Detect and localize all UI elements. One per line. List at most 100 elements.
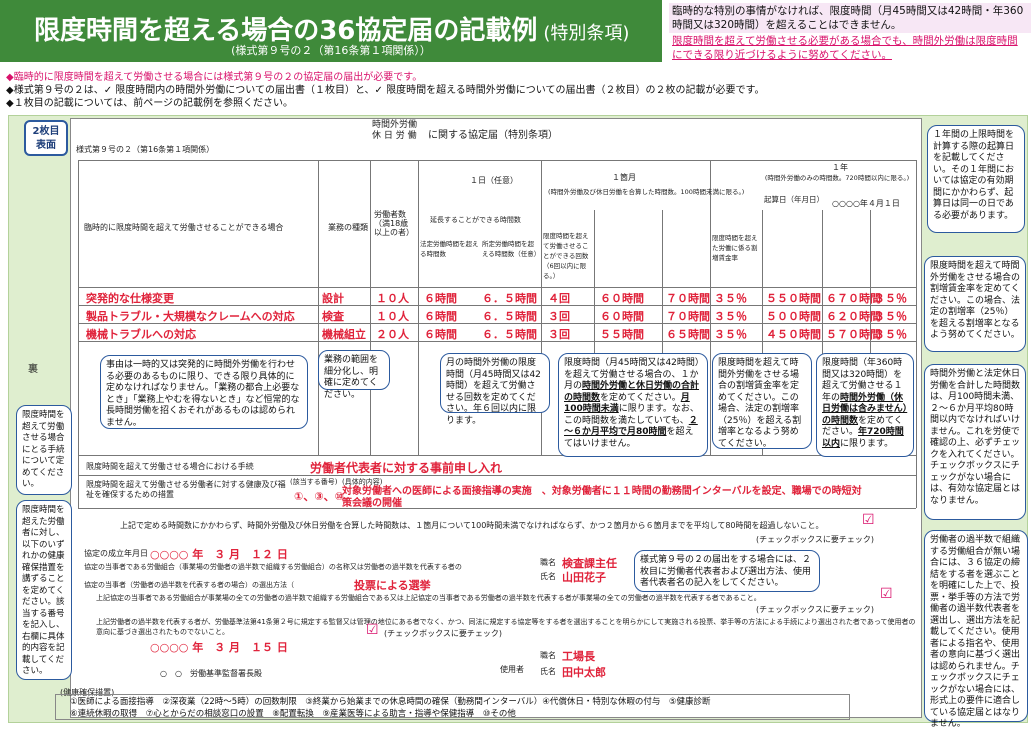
health-detail: 対象労働者への医師による面接指導の実施 、対象労働者に１１時間の勤務間インターバ… [342, 486, 862, 509]
callout-total-hours: 時間外労働と法定休日労働を合計した時間数は、月100時間未満、２～６か月平均80… [924, 364, 1026, 520]
form-title: 時間外労働休 日 労 働 [372, 120, 418, 141]
check-req-3: (チェックボックスに要チェック) [384, 629, 503, 638]
row-2-y1: ５００時間 [766, 310, 821, 323]
procedure-value: 労働者代表者に対する事前申し入れ [310, 461, 503, 475]
health-nums: ①、③、⑩ [294, 490, 344, 503]
form-title-suffix: に関する協定届（特別条項） [428, 130, 558, 141]
row-2-work: 検査 [322, 310, 344, 323]
callout-reason: 事由は一時的又は突発的に時間外労働を行わせる必要のあるものに限り、できる限り具体… [100, 355, 308, 429]
health-label: 限度時間を超えて労働させる労働者に対する健康及び福祉を確保するための措置 [86, 480, 286, 499]
row-1-times: ４回 [548, 292, 570, 305]
header-banner: 限度時間を超える場合の36協定届の記載例 (特別条項) (様式第９号の２（第16条… [0, 0, 662, 62]
row-1-y2: ６７０時間 [826, 292, 881, 305]
callout-rate: 限度時間を超えて時間外労働をさせる場合の割増賃金率を定めてください。この場合、法… [712, 353, 812, 449]
col-reason: 臨時的に限度時間を超えて労働させることができる場合 [84, 223, 284, 232]
row-2-reason: 製品トラブル・大規模なクレームへの対応 [86, 310, 295, 323]
health-measures-list: ①医師による面接指導 ②深夜業（22時～5時）の回数制限 ③終業から始業までの休… [55, 694, 850, 720]
row-2-m1: ６０時間 [600, 310, 644, 323]
h-extend: 延長することができる時間数 [430, 216, 521, 224]
checkbox-3[interactable]: ☑ [366, 622, 379, 638]
row-3-y1: ４５０時間 [766, 328, 821, 341]
check-statement-2: 上記協定の当事者である労働組合が事業場の全ての労働者の過半数で組織する労働組合で… [96, 594, 761, 602]
start-label: 起算日（年月日） [764, 195, 824, 204]
row-3-times: ３回 [548, 328, 570, 341]
callout-start-date: １年間の上限時間を計算する際の起算日を記載してください。その１年間においては協定… [927, 125, 1025, 233]
rep-name: 山田花子 [562, 571, 606, 584]
form-reference: (様式第９号の２（第16条第１項関係）） [231, 44, 431, 57]
check-statement-3: 上記労働者の過半数を代表する者が、労働基準法第41条第２号に規定する監督又は管理… [96, 618, 916, 636]
callout-rep-selection: 労働者の過半数で組織する労働組合が無い場合には、３６協定の締結をする者を選ぶこと… [924, 530, 1028, 729]
form-number: 様式第９号の２（第16条第１項関係） [76, 145, 215, 154]
checkbox-1[interactable]: ☑ [862, 512, 875, 528]
row-1-mr: ３５％ [714, 292, 747, 305]
employer-label: 使用者 [500, 665, 524, 674]
row-1-yr: ３５％ [874, 292, 907, 305]
row-2-yr: ３５％ [874, 310, 907, 323]
row-1-d2: ６．５時間 [482, 292, 537, 305]
row-2-mr: ３５％ [714, 310, 747, 323]
col-month: １箇月 [612, 173, 636, 182]
employer-name-label: 氏名 [540, 667, 556, 676]
callout-year-limit: 限度時間（年360時間又は320時間）を超えて労働させる１年の時間外労働（休日労… [816, 353, 914, 457]
callout-health: 限度時間を超えた労働者に対し、以下のいずれかの健康確保措置を講ずることを定めてく… [16, 500, 72, 680]
row-3-d2: ６．５時間 [482, 328, 537, 341]
h-legal: 法定労働時間を超える時間数 [420, 240, 479, 258]
row-3-mr: ３５％ [714, 328, 747, 341]
row-2-m2: ７０時間 [666, 310, 710, 323]
procedure-label: 限度時間を超えて労働させる場合における手続 [86, 462, 254, 471]
office-name: ○ ○ 労働基準監督署長殿 [160, 669, 262, 678]
health-num-label: (該当する番号) [290, 478, 338, 486]
callout-signature: 様式第９号の２の届出をする場合には、２枚目に労働者代表者および選出方法、使用者代… [634, 550, 820, 592]
row-1-reason: 突発的な仕様変更 [86, 292, 174, 305]
row-1-y1: ５５０時間 [766, 292, 821, 305]
check-statement-1: 上記で定める時間数にかかわらず、時間外労働及び休日労働を合算した時間数は、１箇月… [120, 521, 824, 530]
col-day: １日（任意） [470, 176, 518, 185]
callout-work: 業務の範囲を細分化し、明確に定めてください。 [318, 350, 390, 400]
row-3-workers: ２０人 [376, 328, 409, 341]
side-mark: 裏 [28, 364, 38, 375]
row-3-work: 機械組立 [322, 328, 366, 341]
row-2-d2: ６．５時間 [482, 310, 537, 323]
row-2-d1: ６時間 [424, 310, 457, 323]
row-2-times: ３回 [548, 310, 570, 323]
employer-name: 田中太郎 [562, 666, 606, 679]
row-3-y2: ５７０時間 [826, 328, 881, 341]
rep-method-label: 協定の当事者（労働者の過半数を代表する者の場合）の選出方法（ [84, 581, 294, 589]
row-2-workers: １０人 [376, 310, 409, 323]
bullet-3: ◆１枚目の記載については、前ページの記載例を参照ください。 [6, 98, 293, 109]
row-3-m2: ６５時間 [666, 328, 710, 341]
h-count: 限度時間を超えて労働させることができる回数（6回以内に限る。） [543, 232, 589, 280]
row-1-workers: １０人 [376, 292, 409, 305]
col-work: 業務の種類 [328, 223, 368, 232]
col-month-sub: (時間外労働及び休日労働を合算した時間数。100時間未満に限る。) [548, 188, 745, 196]
job-label: 職名 [540, 558, 556, 567]
start-date: ○○○○年４月１日 [832, 199, 900, 208]
rep-method: 投票による選挙 [354, 579, 431, 592]
row-1-m2: ７０時間 [666, 292, 710, 305]
sheet-tag: 2枚目 表面 [24, 120, 68, 156]
row-2-y2: ６２０時間 [826, 310, 881, 323]
name-label: 氏名 [540, 572, 556, 581]
check-req-1: (チェックボックスに要チェック) [756, 535, 875, 544]
col-year-sub: (時間外労働のみの時間数。720時間以内に限る。) [764, 174, 910, 182]
date-label: 協定の成立年月日 [84, 549, 148, 558]
row-3-d1: ６時間 [424, 328, 457, 341]
callout-month-limit: 限度時間（月45時間又は42時間）を超えて労働させる場合の、１か月の時間外労働と… [558, 353, 708, 457]
h-fixed: 所定労働時間を超える時間数（任意） [482, 240, 541, 258]
employer-job-label: 職名 [540, 651, 556, 660]
callout-procedure: 限度時間を超えて労働させる場合にとる手続について定めてください。 [16, 405, 72, 495]
check-req-2: (チェックボックスに要チェック) [756, 605, 875, 614]
h-rate: 限度時間を超えた労働に係る割増賃金率 [712, 234, 758, 262]
row-1-work: 設計 [322, 292, 344, 305]
signature-date: ○○○○ 年 ３ 月 １５ 日 [150, 641, 288, 654]
callout-count: 月の時間外労働の限度時間（月45時間又は42時間）を超えて労働させる回数を定めて… [440, 353, 550, 426]
row-3-yr: ３５％ [874, 328, 907, 341]
header-note: 臨時的な特別の事情がなければ、限度時間（月45時間又は42時間・年360時間又は… [669, 3, 1031, 63]
row-3-m1: ５５時間 [600, 328, 644, 341]
row-1-d1: ６時間 [424, 292, 457, 305]
row-1-m1: ６０時間 [600, 292, 644, 305]
union-label: 協定の当事者である労働組合（事業場の労働者の過半数で組織する労働組合）の名称又は… [84, 563, 462, 571]
col-workers: 労働者数（満18歳以上の者） [374, 210, 414, 237]
checkbox-2[interactable]: ☑ [880, 586, 893, 602]
employer-job: 工場長 [562, 650, 595, 663]
